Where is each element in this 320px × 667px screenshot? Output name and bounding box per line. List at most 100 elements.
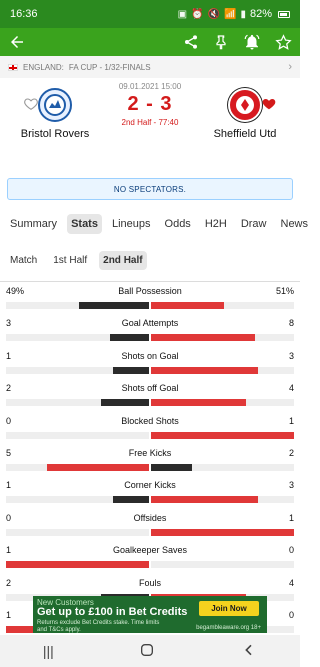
home-icon[interactable] xyxy=(139,642,155,661)
stat-home-bar xyxy=(46,463,149,471)
england-flag-icon xyxy=(8,63,18,71)
stat-home-track xyxy=(6,496,149,504)
ad-terms: Returns exclude Bet Credits stake. Time … xyxy=(37,620,160,633)
status-bar: 16:36 ▣ ⏰ 🔇 📶 ▮ 82% xyxy=(0,0,300,28)
stat-home-value: 1 xyxy=(6,609,12,620)
stat-home-track xyxy=(6,302,149,309)
back-icon[interactable] xyxy=(241,642,257,661)
stat-bars xyxy=(6,528,294,536)
match-tabs: Summary Stats Lineups Odds H2H Draw News xyxy=(0,208,308,240)
stat-home-value: 1 xyxy=(6,545,12,556)
subtab-1st-half[interactable]: 1st Half xyxy=(49,251,91,270)
stat-away-value: 3 xyxy=(288,350,294,361)
stat-name: Goal Attempts xyxy=(121,318,179,329)
stat-row: 49% Ball Possession 51% xyxy=(0,282,300,314)
stat-home-value: 2 xyxy=(6,383,12,394)
stat-away-value: 4 xyxy=(288,383,294,394)
ad-link[interactable]: begambleaware.org 18+ xyxy=(196,625,261,631)
stat-home-track xyxy=(6,561,149,569)
tab-odds[interactable]: Odds xyxy=(161,214,195,234)
system-nav-bar: ||| xyxy=(0,635,300,667)
tab-draw[interactable]: Draw xyxy=(237,214,271,234)
home-team-crest xyxy=(38,88,72,122)
home-team[interactable]: Bristol Rovers xyxy=(0,78,110,178)
stat-away-track xyxy=(151,302,294,309)
stat-home-value: 1 xyxy=(6,350,12,361)
stat-labels: 2 Shots off Goal 4 xyxy=(6,383,294,393)
app-bar xyxy=(0,28,300,56)
stat-home-value: 0 xyxy=(6,415,12,426)
stat-away-bar xyxy=(151,399,247,407)
status-icons: ▣ ⏰ 🔇 📶 ▮ 82% xyxy=(178,8,290,20)
league-header[interactable]: ENGLAND: FA CUP - 1/32-FINALS › xyxy=(0,56,300,78)
stat-home-value: 49% xyxy=(6,286,25,296)
stat-row: 0 Offsides 1 xyxy=(0,509,300,541)
stat-name: Fouls xyxy=(138,577,161,588)
stat-bars xyxy=(6,302,294,309)
stat-name: Ball Possession xyxy=(118,286,182,296)
stat-bars xyxy=(6,496,294,504)
stat-row: 1 Shots on Goal 3 xyxy=(0,347,300,379)
tab-stats[interactable]: Stats xyxy=(67,214,102,234)
stat-away-bar xyxy=(151,302,224,309)
star-icon[interactable] xyxy=(275,33,292,51)
score-panel: 09.01.2021 15:00 2 - 3 2nd Half - 77:40 xyxy=(110,78,190,127)
chevron-right-icon: › xyxy=(288,61,292,73)
stat-name: Shots off Goal xyxy=(121,383,179,394)
share-icon[interactable] xyxy=(183,34,199,50)
stat-labels: 2 Fouls 4 xyxy=(6,578,294,588)
signal-icon: ▮ xyxy=(240,8,246,20)
advertisement-banner[interactable]: New Customers Get up to £100 in Bet Cred… xyxy=(33,596,267,633)
stat-labels: 0 Offsides 1 xyxy=(6,513,294,523)
stat-away-track xyxy=(151,366,294,374)
stat-away-bar xyxy=(151,528,294,536)
stat-row: 3 Goal Attempts 8 xyxy=(0,314,300,346)
tab-summary[interactable]: Summary xyxy=(6,214,61,234)
battery-icon xyxy=(278,10,290,18)
heart-filled-icon[interactable] xyxy=(261,96,277,117)
stat-bars xyxy=(6,561,294,569)
stat-home-bar xyxy=(101,399,149,407)
stat-bars xyxy=(6,431,294,439)
tab-lineups[interactable]: Lineups xyxy=(108,214,155,234)
score: 2 - 3 xyxy=(127,93,173,115)
tab-h2h[interactable]: H2H xyxy=(201,214,231,234)
stat-away-track xyxy=(151,496,294,504)
away-team[interactable]: Sheffield Utd xyxy=(190,78,300,178)
notification-bell-icon[interactable] xyxy=(243,33,261,51)
home-team-name: Bristol Rovers xyxy=(20,128,90,140)
subtab-2nd-half[interactable]: 2nd Half xyxy=(99,250,147,270)
pin-icon[interactable] xyxy=(213,34,229,50)
stat-away-value: 51% xyxy=(275,286,294,296)
recent-apps-icon[interactable]: ||| xyxy=(43,643,54,659)
stat-home-bar xyxy=(113,496,149,504)
stat-away-track xyxy=(151,463,294,471)
wifi-calling-icon: 📶 xyxy=(224,8,237,20)
tab-news[interactable]: News xyxy=(277,214,313,234)
stat-home-track xyxy=(6,399,149,407)
stat-bars xyxy=(6,334,294,342)
stat-home-value: 5 xyxy=(6,447,12,458)
stat-away-value: 1 xyxy=(288,415,294,426)
stat-name: Free Kicks xyxy=(128,447,172,458)
stat-away-value: 0 xyxy=(288,609,294,620)
ad-join-button[interactable]: Join Now xyxy=(199,601,259,616)
stat-away-bar xyxy=(151,463,192,471)
stat-name: Corner Kicks xyxy=(124,480,176,491)
stat-away-track xyxy=(151,561,294,569)
subtab-match[interactable]: Match xyxy=(6,251,41,270)
stat-row: 5 Free Kicks 2 xyxy=(0,444,300,476)
stat-away-track xyxy=(151,528,294,536)
stat-away-value: 4 xyxy=(288,577,294,588)
stat-bars xyxy=(6,399,294,407)
stat-home-track xyxy=(6,366,149,374)
period-tabs: Match 1st Half 2nd Half xyxy=(0,247,300,273)
stat-labels: 1 Corner Kicks 3 xyxy=(6,480,294,490)
back-arrow-icon[interactable] xyxy=(8,33,26,51)
stat-home-bar xyxy=(110,334,149,342)
battery-level: 82% xyxy=(249,8,272,20)
stat-labels: 1 Shots on Goal 3 xyxy=(6,351,294,361)
stat-labels: 3 Goal Attempts 8 xyxy=(6,318,294,328)
heart-outline-icon[interactable] xyxy=(23,96,39,117)
mute-icon: 🔇 xyxy=(207,8,220,20)
